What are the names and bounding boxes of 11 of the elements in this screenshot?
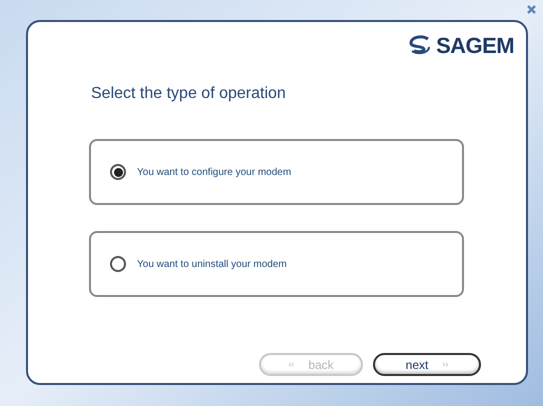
close-icon[interactable] (527, 5, 536, 14)
option-card[interactable]: You want to configure your modem (89, 139, 464, 205)
next-button[interactable]: next ›› (373, 353, 481, 376)
option-label: You want to configure your modem (137, 166, 292, 180)
brand-logo: SAGEM (436, 32, 514, 60)
swirl-logo-icon (408, 35, 432, 55)
radio-button[interactable] (110, 256, 126, 272)
option-card[interactable]: You want to uninstall your modem (89, 231, 464, 297)
radio-button[interactable] (110, 164, 126, 180)
page-heading: Select the type of operation (91, 84, 287, 104)
option-label: You want to uninstall your modem (137, 258, 287, 272)
